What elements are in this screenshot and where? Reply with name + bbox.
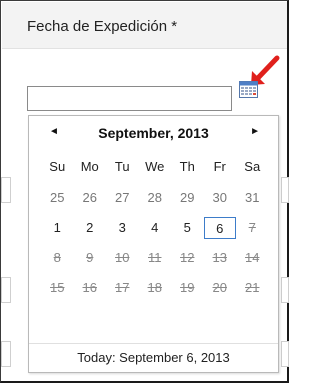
weekday-label: Sa <box>244 159 261 174</box>
month-title: September, 2013 <box>98 125 209 141</box>
weekday-label: Th <box>179 159 195 174</box>
day-cell-selected[interactable]: 6 <box>203 217 236 239</box>
day-cell: 10 <box>115 250 130 265</box>
weekday-label: We <box>145 159 165 174</box>
day-cell[interactable]: 30 <box>204 187 237 209</box>
weekday-label: Fr <box>213 159 226 174</box>
date-picker-popup: ◄ September, 2013 ► Su Mo Tu We Th Fr Sa 25 26 27… <box>28 115 279 373</box>
underlying-field <box>281 277 289 303</box>
day-cell[interactable]: 3 <box>106 217 139 239</box>
calendar-icon[interactable] <box>239 81 258 98</box>
day-cell: 12 <box>180 250 195 265</box>
day-cell[interactable]: 26 <box>74 187 107 209</box>
day-cell: 7 <box>248 220 256 235</box>
week-row: 1234567 <box>41 213 269 243</box>
day-cell[interactable]: 25 <box>41 187 74 209</box>
underlying-field <box>281 341 289 367</box>
day-cell: 19 <box>180 280 195 295</box>
issue-date-input[interactable] <box>27 86 232 111</box>
underlying-field <box>281 177 289 203</box>
day-cell[interactable]: 27 <box>106 187 139 209</box>
day-cell: 14 <box>245 250 260 265</box>
day-cell[interactable]: 5 <box>171 217 204 239</box>
calendar-grid: Su Mo Tu We Th Fr Sa 25 26 27 28 29 30 31 1 2 3 4 5 6 7 8 9 10 1… <box>41 151 269 303</box>
weekday-header-row: Su Mo Tu We Th Fr Sa <box>41 151 269 183</box>
day-cell[interactable]: 1 <box>41 217 74 239</box>
day-cell[interactable]: 4 <box>139 217 172 239</box>
form-panel: Fecha de Expedición * ◄ September, 2013 <box>0 0 289 383</box>
day-cell: 17 <box>115 280 130 295</box>
weekday-label: Su <box>49 159 66 174</box>
underlying-field <box>1 277 11 303</box>
week-row: 25 26 27 28 29 30 31 <box>41 183 269 213</box>
day-cell: 16 <box>82 280 97 295</box>
day-cell[interactable]: 2 <box>74 217 107 239</box>
day-cell: 18 <box>147 280 162 295</box>
weekday-label: Tu <box>114 159 130 174</box>
underlying-field <box>1 341 11 367</box>
day-cell[interactable]: 28 <box>139 187 172 209</box>
day-cell[interactable]: 29 <box>171 187 204 209</box>
day-cell: 8 <box>53 250 61 265</box>
underlying-field <box>1 177 11 203</box>
day-cell: 13 <box>212 250 227 265</box>
day-cell: 9 <box>86 250 94 265</box>
day-cell: 15 <box>50 280 65 295</box>
calendar-header: ◄ September, 2013 ► <box>29 116 278 150</box>
week-row: 8 9 10 11 12 13 14 <box>41 243 269 273</box>
day-cell: 21 <box>245 280 260 295</box>
today-button[interactable]: Today: September 6, 2013 <box>29 343 278 372</box>
week-row: 15 16 17 18 19 20 21 <box>41 273 269 303</box>
field-label: Fecha de Expedición * <box>27 18 178 35</box>
day-cell: 20 <box>212 280 227 295</box>
day-cell[interactable]: 31 <box>236 187 269 209</box>
day-cell: 11 <box>148 250 162 265</box>
weekday-label: Mo <box>80 159 99 174</box>
next-month-button[interactable]: ► <box>250 126 260 137</box>
